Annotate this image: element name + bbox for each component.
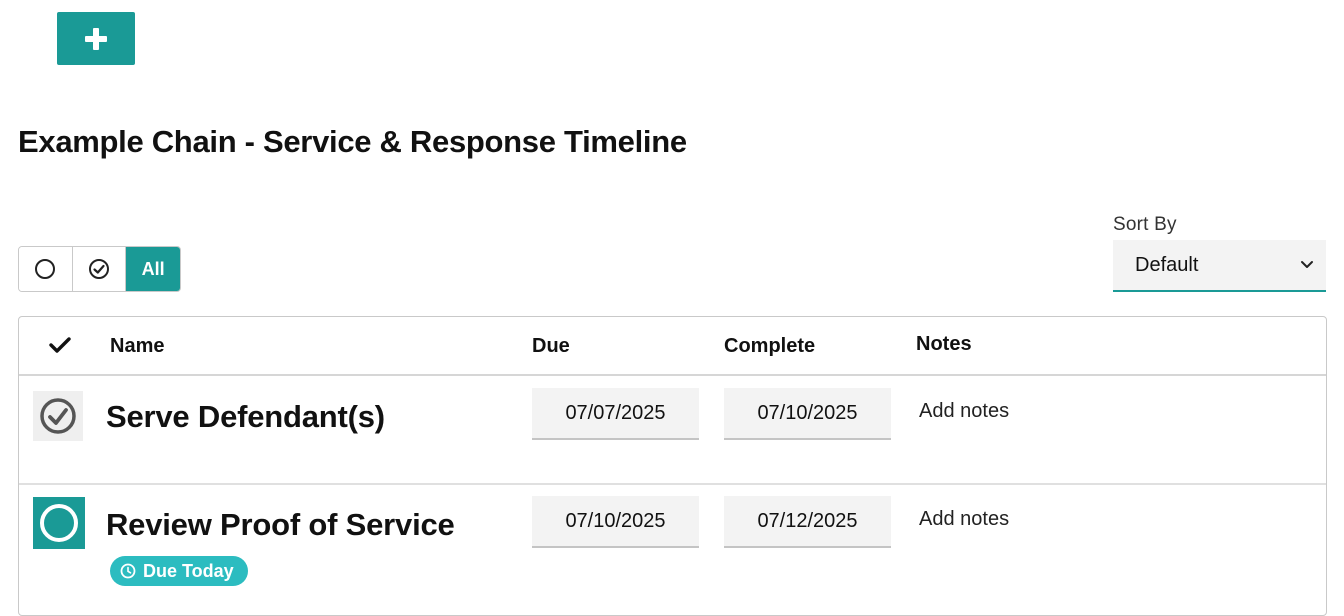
- filter-all-button[interactable]: All: [126, 247, 180, 291]
- checkmark-icon: [49, 337, 71, 353]
- column-header-name: Name: [110, 335, 165, 357]
- column-header-complete: Complete: [724, 335, 816, 357]
- open-circle-icon: [35, 259, 56, 279]
- column-header-due: Due: [532, 335, 570, 357]
- sort-by-select[interactable]: Default: [1113, 240, 1326, 292]
- sort-by-label: Sort By: [1113, 214, 1177, 235]
- task-name[interactable]: Review Proof of Service: [106, 507, 455, 543]
- header-divider: [19, 374, 1326, 376]
- complete-date-field[interactable]: 07/12/2025: [724, 496, 891, 548]
- check-circle-icon: [89, 259, 109, 279]
- row-divider: [19, 483, 1326, 485]
- due-today-badge: Due Today: [110, 556, 248, 586]
- plus-icon: [85, 27, 107, 50]
- task-status-toggle-open[interactable]: [33, 497, 85, 549]
- due-date-field[interactable]: 07/07/2025: [532, 388, 699, 440]
- column-header-notes: Notes: [916, 333, 972, 355]
- add-button[interactable]: [57, 12, 135, 65]
- page-title: Example Chain - Service & Response Timel…: [18, 124, 687, 159]
- sort-by-value: Default: [1135, 253, 1199, 276]
- filter-completed-button[interactable]: [72, 247, 127, 291]
- clock-icon: [120, 563, 136, 579]
- badge-label: Due Today: [143, 560, 234, 581]
- task-status-toggle-completed[interactable]: [33, 391, 83, 441]
- add-notes-link[interactable]: Add notes: [919, 508, 1009, 531]
- chevron-down-icon: [1301, 261, 1313, 268]
- check-circle-icon: [40, 398, 76, 434]
- due-date-field[interactable]: 07/10/2025: [532, 496, 699, 548]
- complete-date-field[interactable]: 07/10/2025: [724, 388, 891, 440]
- add-notes-link[interactable]: Add notes: [919, 400, 1009, 423]
- open-circle-icon: [40, 504, 78, 542]
- task-name[interactable]: Serve Defendant(s): [106, 399, 385, 435]
- filter-open-button[interactable]: [19, 247, 73, 291]
- task-table: Name Due Complete Notes Serve Defendant(…: [18, 316, 1327, 616]
- status-filter: All: [18, 246, 181, 292]
